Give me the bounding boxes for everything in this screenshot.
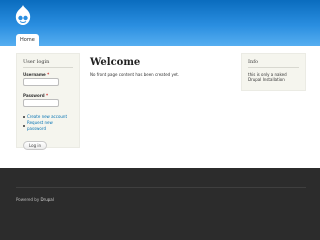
- password-input[interactable]: [23, 99, 59, 107]
- site-footer: Powered by Drupal: [0, 168, 320, 240]
- site-header: Home: [0, 0, 320, 46]
- login-button[interactable]: Log in: [23, 141, 48, 150]
- required-marker: *: [47, 72, 50, 77]
- username-label-text: Username: [23, 72, 46, 77]
- required-marker: *: [45, 93, 49, 98]
- bullet-icon: [23, 125, 25, 127]
- password-label-text: Password: [23, 93, 45, 98]
- request-password-link[interactable]: Request new password: [23, 120, 73, 132]
- user-login-block: User login Username * Password * Create …: [16, 53, 80, 150]
- login-links-list: Create new account Request new password: [23, 114, 73, 132]
- username-input[interactable]: [23, 78, 59, 86]
- drupal-link[interactable]: Drupal: [40, 197, 53, 202]
- front-page-message: No front page content has been created y…: [90, 72, 180, 77]
- powered-by: Powered by Drupal: [16, 197, 54, 202]
- page-title: Welcome: [90, 57, 141, 68]
- tab-home[interactable]: Home: [16, 34, 39, 46]
- powered-by-text: Powered by: [16, 197, 40, 202]
- block-title-user-login: User login: [23, 59, 73, 68]
- info-text: this is only a naked Drupal Installation: [248, 72, 287, 82]
- info-block: Info this is only a naked Drupal Install…: [241, 53, 306, 91]
- main-content: Welcome No front page content has been c…: [90, 57, 230, 77]
- footer-divider: [16, 187, 306, 188]
- password-label: Password *: [23, 93, 73, 98]
- block-title-info: Info: [248, 59, 299, 68]
- request-password-link-text[interactable]: Request new password: [27, 120, 73, 132]
- bullet-icon: [23, 116, 25, 118]
- username-label: Username *: [23, 72, 73, 77]
- drupal-logo-icon[interactable]: [13, 4, 33, 26]
